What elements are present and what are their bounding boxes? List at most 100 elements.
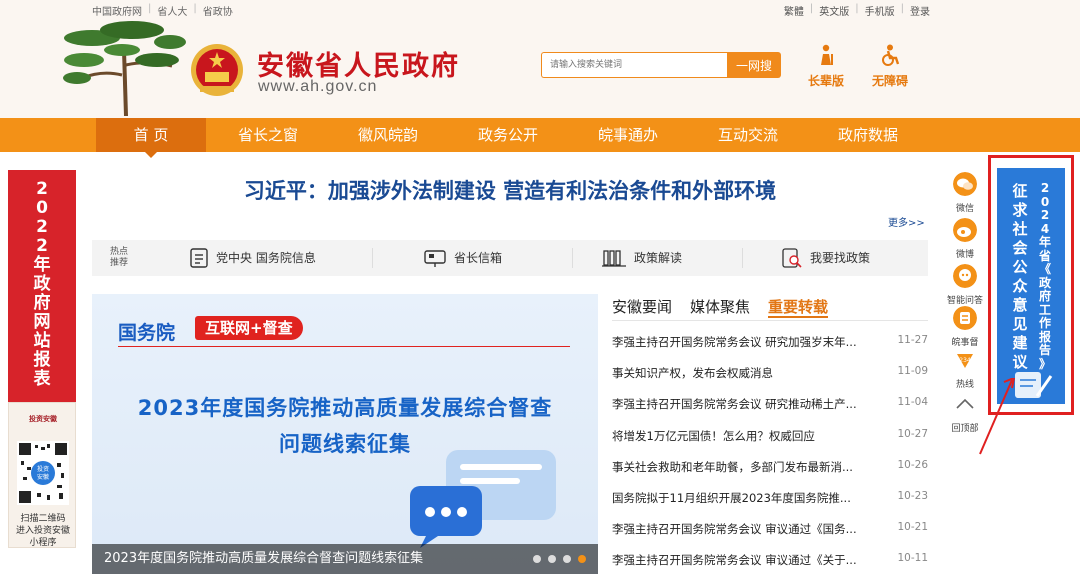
- news-title: 李强主持召开国务院常务会议 审议通过《国务...: [612, 522, 857, 537]
- link-provincial-congress[interactable]: 省人大: [157, 3, 187, 18]
- news-date: 10-11: [897, 552, 928, 565]
- link-gov-cn[interactable]: 中国政府网: [92, 3, 142, 18]
- nav-item-home[interactable]: 首 页: [96, 118, 206, 152]
- tab-media-focus[interactable]: 媒体聚焦: [690, 296, 750, 318]
- headline[interactable]: 习近平：加强涉外法制建设 营造有利法治条件和外部环境: [92, 175, 928, 205]
- featured-slide[interactable]: 国务院 互联网+督查 2023年度国务院推动高质量发展综合督查 问题线索征集 2…: [92, 294, 598, 574]
- link-provincial-cppcc[interactable]: 省政协: [203, 3, 233, 18]
- quick-link-label: 党中央 国务院信息: [216, 251, 316, 265]
- top-links-left: 中国政府网 | 省人大 | 省政协: [92, 3, 233, 18]
- news-date: 10-26: [897, 458, 928, 471]
- link-english-version[interactable]: 英文版: [819, 3, 849, 18]
- work-report-title: 2 0 2 4 年省《政府工作报告》: [1038, 181, 1051, 371]
- mailbox-icon: [424, 250, 446, 267]
- nav-item-interaction[interactable]: 互动交流: [693, 118, 803, 152]
- more-link[interactable]: 更多>>: [888, 214, 925, 229]
- list-item[interactable]: 将增发1万亿元国债！怎么用？权威回应 10-27: [612, 428, 928, 459]
- nav-item-public-affairs[interactable]: 政务公开: [453, 118, 563, 152]
- tab-important-reprints[interactable]: 重要转载: [768, 296, 829, 318]
- svg-text:安徽: 安徽: [37, 473, 49, 481]
- books-icon: [602, 250, 626, 267]
- news-title: 事关社会救助和老年助餐，多部门发布最新消...: [612, 459, 853, 474]
- divider: [372, 248, 373, 268]
- svg-text:12345: 12345: [955, 357, 974, 364]
- search-button[interactable]: 一网搜: [727, 52, 781, 78]
- wanshidu-button[interactable]: 皖事督: [946, 306, 984, 348]
- list-item[interactable]: 李强主持召开国务院常务会议 审议通过《关于... 10-11: [612, 552, 928, 583]
- main-nav: 首 页 省长之窗 徽风皖韵 政务公开 皖事通办 互动交流 政府数据: [0, 118, 1080, 152]
- red-arrow-annotation: [979, 378, 1016, 455]
- invest-anhui-logo: 投资安徽: [29, 415, 57, 423]
- quick-link-governor-mailbox[interactable]: 省长信箱: [424, 240, 502, 276]
- separator: |: [148, 3, 152, 14]
- quick-link-label: 我要找政策: [810, 251, 871, 265]
- accessible-version-label: 无障碍: [872, 74, 909, 88]
- accessible-version-button[interactable]: 无障碍: [872, 44, 908, 89]
- list-item[interactable]: 国务院拟于11月组织开展2023年度国务院推... 10-23: [612, 490, 928, 521]
- slide-dot[interactable]: [563, 555, 571, 563]
- wheelchair-icon: [882, 44, 900, 66]
- weibo-icon: [953, 218, 977, 242]
- news-title: 李强主持召开国务院常务会议 研究推动稀土产...: [612, 397, 857, 412]
- list-item[interactable]: 李强主持召开国务院常务会议 研究加强岁末年... 11-27: [612, 334, 928, 365]
- nav-item-services[interactable]: 皖事通办: [573, 118, 683, 152]
- news-date: 11-04: [897, 396, 928, 409]
- news-date: 10-21: [897, 521, 928, 534]
- chevron-up-icon: [956, 398, 974, 409]
- elder-version-button[interactable]: 长辈版: [808, 44, 844, 89]
- elder-version-label: 长辈版: [808, 74, 845, 88]
- top-links-right: 繁體 | 英文版 | 手机版 | 登录: [784, 3, 930, 18]
- news-tabs: 安徽要闻 媒体聚焦 重要转载: [612, 296, 829, 318]
- slide-dot[interactable]: [533, 555, 541, 563]
- website-report-banner[interactable]: 2 0 2 2 年 政 府 网 站 报 表: [8, 170, 76, 402]
- divider: [572, 248, 573, 268]
- invest-anhui-qr-panel[interactable]: 投资安徽 投资 安徽 扫描二维码 进入投资安徽 小程序: [8, 402, 76, 548]
- separator: |: [193, 3, 197, 14]
- quick-link-central-info[interactable]: 党中央 国务院信息: [190, 240, 316, 276]
- work-report-feedback-banner[interactable]: 2 0 2 4 年省《政府工作报告》 征求社会公众意见建议: [988, 155, 1074, 415]
- hot-recommend-bar: 热点 推荐 党中央 国务院信息 省长信箱 政策解读 我要找政策: [92, 240, 928, 276]
- elder-icon: [821, 44, 833, 65]
- smart-qa-button[interactable]: 智能问答: [946, 264, 984, 306]
- pine-tree-logo-icon: [63, 21, 186, 116]
- separator: |: [855, 3, 859, 14]
- quick-link-find-policy[interactable]: 我要找政策: [782, 240, 870, 276]
- document-list-icon: [190, 248, 208, 268]
- nav-active-caret: [145, 152, 157, 158]
- slide-rule: [118, 346, 570, 347]
- nav-item-culture[interactable]: 徽风皖韵: [333, 118, 443, 152]
- hot-recommend-tag: 热点 推荐: [110, 247, 129, 268]
- work-report-subtitle: 征求社会公众意见建议: [1012, 182, 1028, 371]
- tab-anhui-news[interactable]: 安徽要闻: [612, 296, 672, 318]
- slide-dot-active[interactable]: [578, 555, 586, 563]
- hotline-12345-icon: 12345: [955, 354, 975, 368]
- link-mobile-version[interactable]: 手机版: [865, 3, 895, 18]
- link-login[interactable]: 登录: [910, 3, 930, 18]
- qr-caption: 扫描二维码 进入投资安徽 小程序: [15, 514, 70, 548]
- slide-caption: 2023年度国务院推动高质量发展综合督查问题线索征集: [92, 544, 598, 574]
- search-input[interactable]: [541, 52, 727, 78]
- divider: [742, 248, 743, 268]
- quick-link-policy-interpretation[interactable]: 政策解读: [602, 240, 682, 276]
- website-report-text: 2 0 2 2 年 政 府 网 站 报 表: [33, 179, 51, 389]
- national-emblem-icon: [191, 44, 243, 96]
- nav-item-governor[interactable]: 省长之窗: [213, 118, 323, 152]
- link-traditional-chinese[interactable]: 繁體: [784, 3, 804, 18]
- wechat-button[interactable]: 微信: [946, 172, 984, 214]
- site-url: www.ah.gov.cn: [258, 78, 378, 95]
- news-divider: [612, 320, 928, 321]
- slide-dot[interactable]: [548, 555, 556, 563]
- weibo-button[interactable]: 微博: [946, 218, 984, 260]
- news-title: 将增发1万亿元国债！怎么用？权威回应: [612, 428, 815, 443]
- news-title: 李强主持召开国务院常务会议 研究加强岁末年...: [612, 335, 857, 349]
- list-item[interactable]: 事关社会救助和老年助餐，多部门发布最新消... 10-26: [612, 459, 928, 490]
- list-item[interactable]: 事关知识产权，发布会权威消息 11-09: [612, 365, 928, 396]
- news-list: 李强主持召开国务院常务会议 研究加强岁末年... 11-27 事关知识产权，发布会…: [612, 334, 928, 583]
- news-title: 事关知识产权，发布会权威消息: [612, 366, 773, 381]
- list-item[interactable]: 李强主持召开国务院常务会议 研究推动稀土产... 11-04: [612, 396, 928, 427]
- slide-pagination: [533, 555, 586, 563]
- nav-item-gov-data[interactable]: 政府数据: [813, 118, 923, 152]
- separator: |: [900, 3, 904, 14]
- list-item[interactable]: 李强主持召开国务院常务会议 审议通过《国务... 10-21: [612, 521, 928, 552]
- news-date: 11-09: [897, 365, 928, 378]
